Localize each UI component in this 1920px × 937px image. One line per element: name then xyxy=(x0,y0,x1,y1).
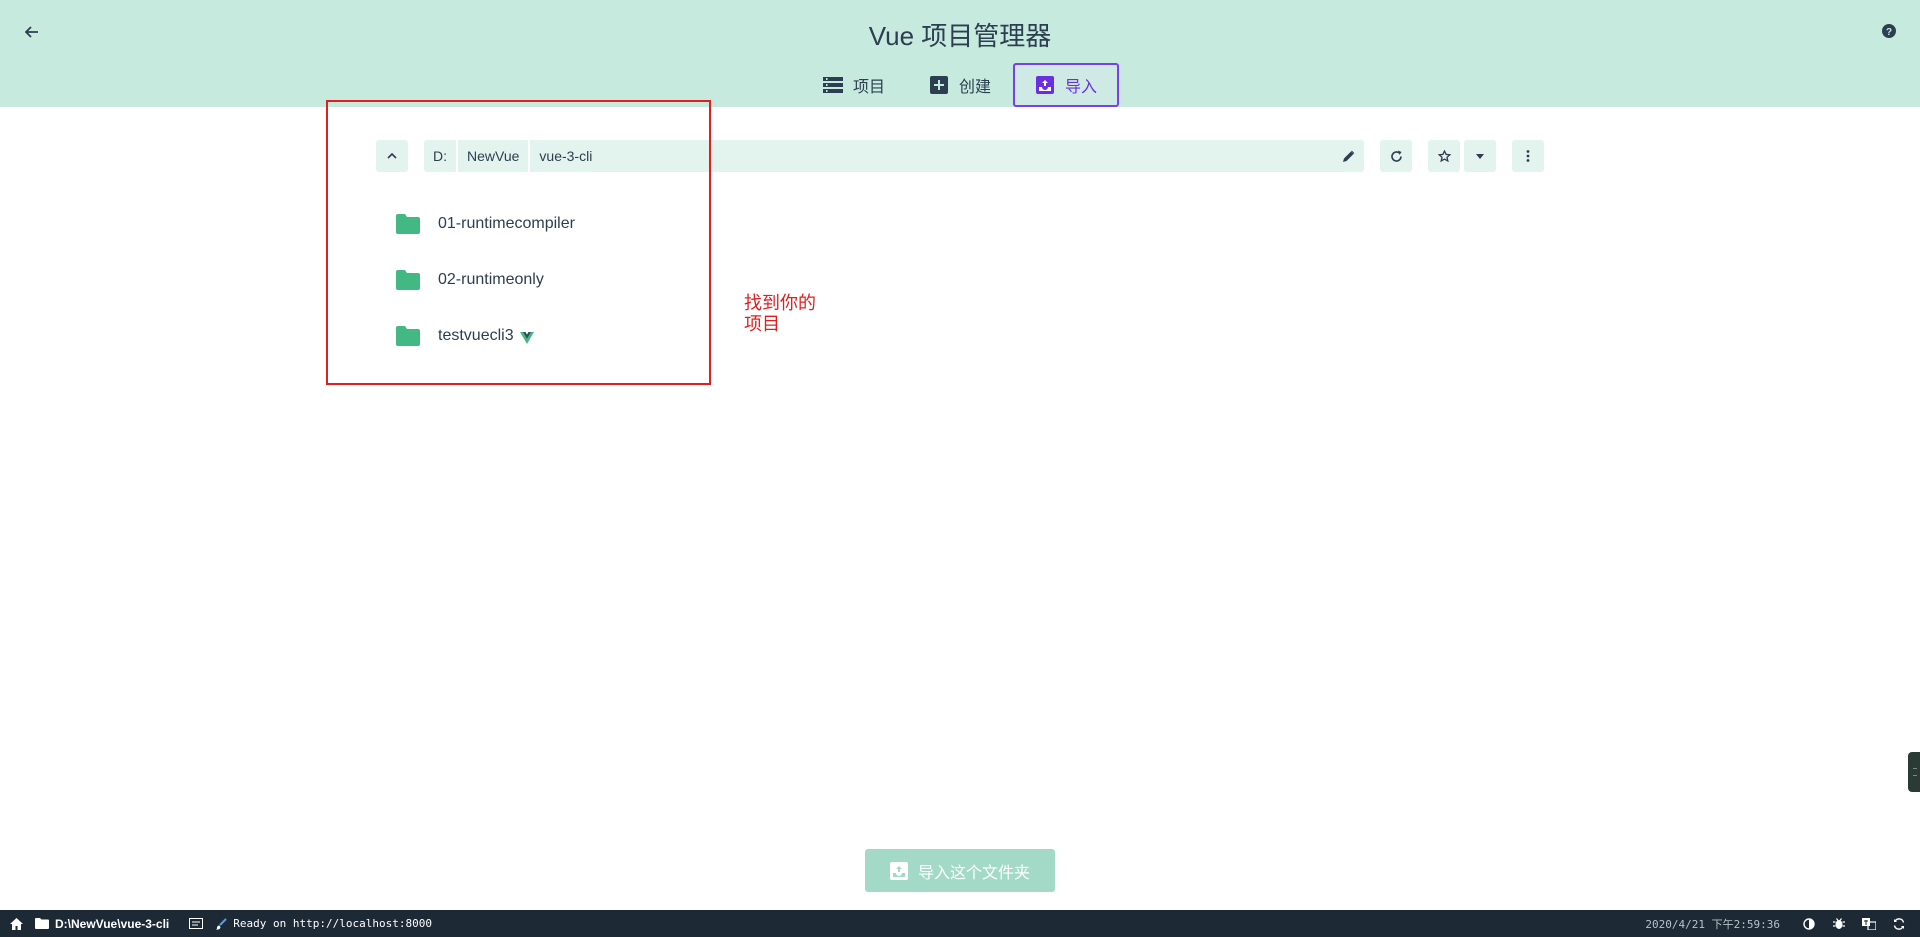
top-header: Vue 项目管理器 ? 项目 创建 导入 xyxy=(0,0,1920,107)
console-icon[interactable] xyxy=(183,910,209,937)
tab-import[interactable]: 导入 xyxy=(1013,63,1120,107)
tab-projects[interactable]: 项目 xyxy=(801,63,907,107)
status-right: 2020/4/21 下午2:59:36 xyxy=(1645,910,1920,937)
app-title: Vue 项目管理器 xyxy=(868,21,1052,51)
annotation-line: 项目 xyxy=(744,314,780,335)
annotation-box xyxy=(326,100,711,385)
refresh-icon xyxy=(1390,150,1402,162)
refresh-button[interactable] xyxy=(1380,140,1412,172)
dark-mode-icon[interactable] xyxy=(1794,910,1824,937)
favorite-button[interactable] xyxy=(1428,140,1460,172)
folder-icon xyxy=(35,918,49,929)
edit-path-icon[interactable] xyxy=(1338,146,1358,166)
svg-text:?: ? xyxy=(1886,27,1892,38)
annotation-line: 找到你的 xyxy=(744,293,816,314)
more-options-button[interactable] xyxy=(1512,140,1544,172)
bug-report-icon[interactable] xyxy=(1824,910,1854,937)
tab-import-label: 导入 xyxy=(1065,79,1098,96)
import-folder-button[interactable]: 导入这个文件夹 xyxy=(865,849,1055,892)
side-panel-handle[interactable] xyxy=(1908,752,1920,792)
more-vert-icon xyxy=(1526,150,1530,162)
sync-icon[interactable] xyxy=(1884,910,1914,937)
add-box-icon xyxy=(929,75,949,95)
brush-icon xyxy=(216,917,227,930)
import-icon xyxy=(1035,75,1055,95)
star-icon xyxy=(1437,149,1451,162)
import-folder-label: 导入这个文件夹 xyxy=(917,864,1030,882)
status-bar: D:\NewVue\vue-3-cli Ready on http://loca… xyxy=(0,910,1920,937)
datetime: 2020/4/21 下午2:59:36 xyxy=(1645,917,1780,931)
import-icon xyxy=(889,861,908,880)
main-tabs: 项目 创建 导入 xyxy=(0,63,1920,107)
tab-projects-label: 项目 xyxy=(852,79,885,96)
translate-icon[interactable] xyxy=(1854,910,1884,937)
tab-create[interactable]: 创建 xyxy=(907,63,1013,107)
help-icon[interactable]: ? xyxy=(1880,22,1898,40)
caret-down-icon xyxy=(1476,153,1484,159)
list-icon xyxy=(822,75,843,95)
cwd-item[interactable]: D:\NewVue\vue-3-cli xyxy=(29,910,175,937)
cwd-path: D:\NewVue\vue-3-cli xyxy=(55,916,170,931)
log-message: Ready on http://localhost:8000 xyxy=(233,917,432,930)
tab-create-label: 创建 xyxy=(958,79,991,96)
log-item[interactable]: Ready on http://localhost:8000 xyxy=(209,910,438,937)
home-icon[interactable] xyxy=(0,910,29,937)
favorites-dropdown-button[interactable] xyxy=(1464,140,1496,172)
annotation-text: 找到你的 项目 xyxy=(744,293,834,335)
